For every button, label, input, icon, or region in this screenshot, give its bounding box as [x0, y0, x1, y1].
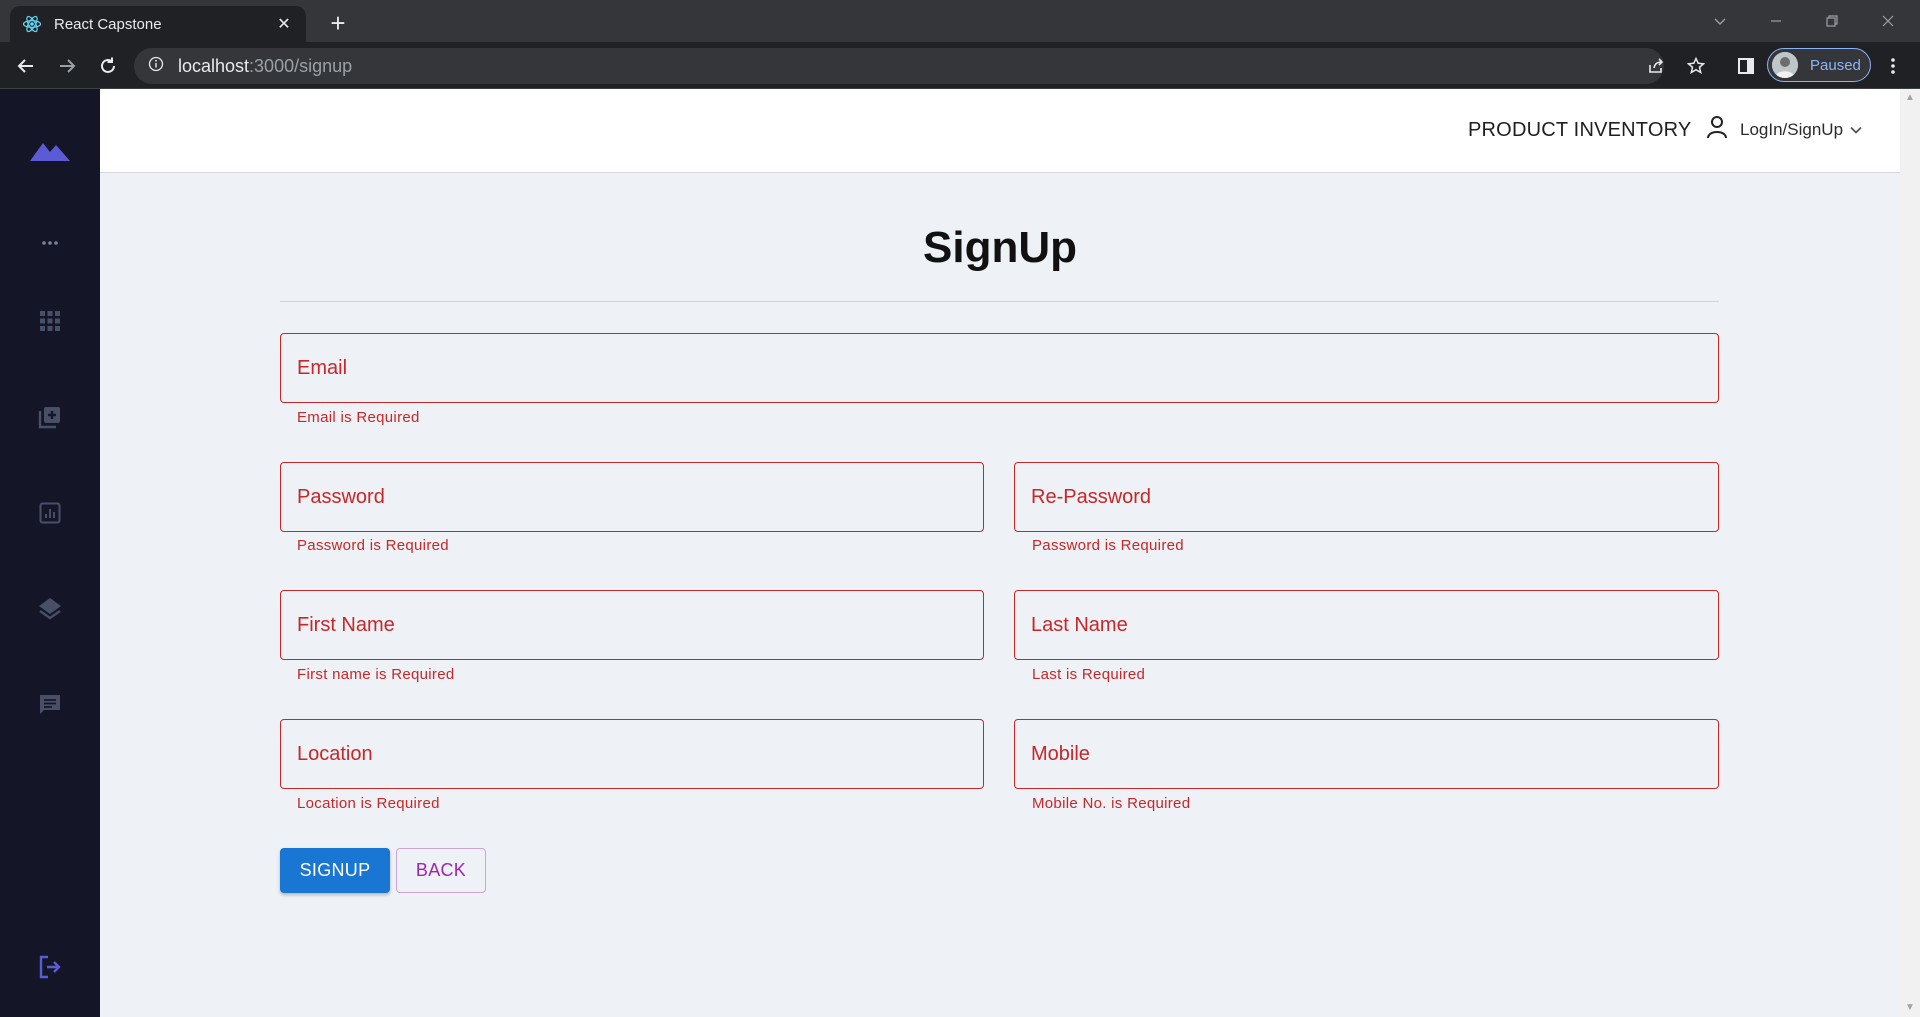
tab-title: React Capstone: [54, 15, 162, 33]
page-title: SignUp: [923, 223, 1077, 272]
repassword-placeholder: Re-Password: [1031, 485, 1152, 508]
apps-grid-icon[interactable]: [30, 301, 70, 341]
url-text: localhost:3000/signup: [178, 56, 352, 77]
tab-close-icon[interactable]: ✕: [274, 14, 294, 34]
first-name-field[interactable]: First Name: [280, 590, 984, 660]
more-dots-icon[interactable]: [30, 223, 70, 263]
email-placeholder: Email: [297, 356, 348, 379]
new-tab-button[interactable]: +: [322, 8, 354, 40]
layers-icon[interactable]: [30, 589, 70, 629]
profile-status-label: Paused: [1810, 56, 1861, 74]
repassword-error: Password is Required: [1032, 537, 1184, 554]
browser-tab[interactable]: React Capstone ✕: [10, 6, 306, 42]
login-signup-label: LogIn/SignUp: [1740, 119, 1844, 139]
email-error: Email is Required: [297, 409, 420, 426]
mobile-placeholder: Mobile: [1031, 742, 1090, 765]
chevron-down-icon: [1849, 125, 1863, 135]
react-logo-icon: [22, 14, 42, 34]
user-icon: [1706, 115, 1728, 144]
title-divider: [280, 301, 1719, 302]
reload-icon[interactable]: [92, 50, 124, 82]
site-info-icon[interactable]: [148, 56, 164, 77]
email-field[interactable]: Email: [280, 333, 1719, 403]
last-name-error: Last is Required: [1032, 666, 1146, 683]
signup-button[interactable]: SIGNUP: [280, 848, 390, 893]
login-signup-menu[interactable]: LogIn/SignUp: [1706, 115, 1863, 144]
url-path: :3000/signup: [249, 55, 353, 76]
top-header: PRODUCT INVENTORY LogIn/SignUp: [100, 89, 1900, 173]
back-arrow-icon[interactable]: [10, 50, 42, 82]
bookmark-star-icon[interactable]: [1680, 50, 1712, 82]
first-name-placeholder: First Name: [297, 613, 395, 636]
minimize-icon[interactable]: [1748, 0, 1804, 42]
main-content: PRODUCT INVENTORY LogIn/SignUp SignUp Em…: [100, 89, 1900, 1017]
chat-icon[interactable]: [30, 685, 70, 725]
back-button[interactable]: BACK: [396, 848, 486, 893]
page-scrollbar[interactable]: ▲ ▼: [1900, 89, 1920, 1017]
last-name-field[interactable]: Last Name: [1014, 590, 1719, 660]
location-error: Location is Required: [297, 795, 440, 812]
analytics-icon[interactable]: [30, 493, 70, 533]
tab-search-icon[interactable]: [1692, 0, 1748, 42]
app-sidebar: [0, 89, 100, 1017]
browser-tab-strip: React Capstone ✕ +: [0, 0, 1920, 42]
mobile-field[interactable]: Mobile: [1014, 719, 1719, 789]
logo-mountain-icon[interactable]: [30, 131, 70, 171]
scroll-down-icon[interactable]: ▼: [1900, 999, 1920, 1017]
location-field[interactable]: Location: [280, 719, 984, 789]
last-name-placeholder: Last Name: [1031, 613, 1128, 636]
chrome-menu-icon[interactable]: [1877, 50, 1909, 82]
mobile-error: Mobile No. is Required: [1032, 795, 1191, 812]
add-library-icon[interactable]: [30, 397, 70, 437]
password-placeholder: Password: [297, 485, 385, 508]
logout-icon[interactable]: [30, 947, 70, 987]
location-placeholder: Location: [297, 742, 373, 765]
brand-title[interactable]: PRODUCT INVENTORY: [1468, 119, 1691, 142]
repassword-field[interactable]: Re-Password: [1014, 462, 1719, 532]
restore-icon[interactable]: [1804, 0, 1860, 42]
forward-arrow-icon[interactable]: [51, 50, 83, 82]
side-panel-icon[interactable]: [1730, 50, 1762, 82]
password-error: Password is Required: [297, 537, 449, 554]
close-window-icon[interactable]: [1860, 0, 1916, 42]
url-host: localhost: [178, 55, 250, 76]
browser-toolbar: localhost:3000/signup Paused: [0, 42, 1920, 89]
first-name-error: First name is Required: [297, 666, 455, 683]
password-field[interactable]: Password: [280, 462, 984, 532]
address-bar[interactable]: localhost:3000/signup: [134, 48, 1664, 84]
profile-button[interactable]: Paused: [1767, 48, 1871, 82]
share-icon[interactable]: [1640, 50, 1672, 82]
scroll-up-icon[interactable]: ▲: [1900, 89, 1920, 107]
profile-avatar: [1772, 52, 1798, 78]
